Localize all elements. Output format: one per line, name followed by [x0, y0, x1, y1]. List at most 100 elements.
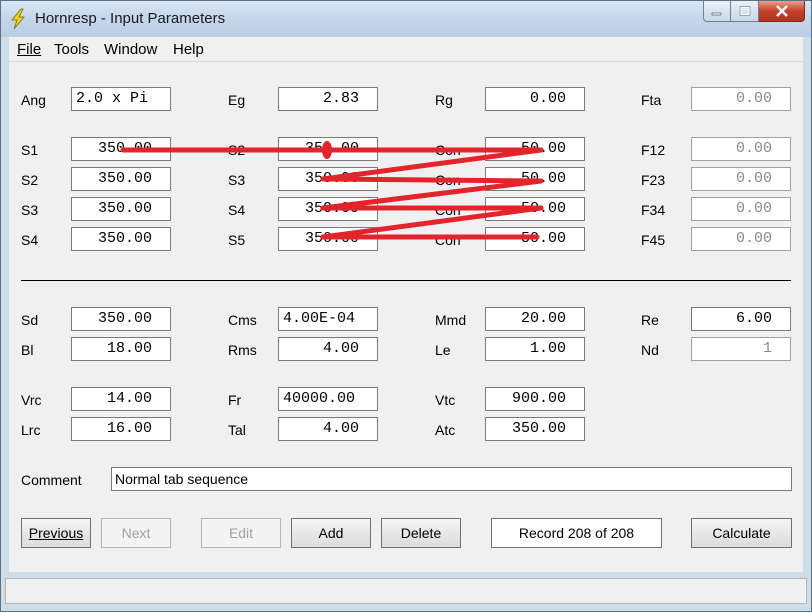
label-f45: F45	[641, 232, 666, 248]
label-s1: S1	[21, 142, 39, 158]
field-f45[interactable]: 0.00	[691, 227, 791, 251]
add-button[interactable]: Add	[291, 518, 371, 548]
label-ang: Ang	[21, 92, 46, 108]
lightning-bolt-icon	[11, 8, 25, 30]
next-button[interactable]: Next	[101, 518, 171, 548]
field-re[interactable]: 6.00	[691, 307, 791, 331]
field-le[interactable]: 1.00	[485, 337, 585, 361]
field-s1[interactable]: 350.00	[71, 137, 171, 161]
menu-window-label: Window	[104, 41, 158, 58]
label-f23: F23	[641, 172, 666, 188]
window-title: Hornresp - Input Parameters	[35, 10, 226, 27]
previous-button[interactable]: Previous	[21, 518, 91, 548]
field-s2b[interactable]: 350.00	[278, 137, 378, 161]
field-nd[interactable]: 1	[691, 337, 791, 361]
calculate-button[interactable]: Calculate	[691, 518, 792, 548]
field-f34[interactable]: 0.00	[691, 197, 791, 221]
label-cms: Cms	[228, 312, 257, 328]
field-sd[interactable]: 350.00	[71, 307, 171, 331]
status-bar	[5, 578, 807, 604]
label-s4a: S4	[21, 232, 39, 248]
label-atc: Atc	[435, 422, 456, 438]
field-s5[interactable]: 350.00	[278, 227, 378, 251]
label-s2a: S2	[21, 172, 39, 188]
title-bar: Hornresp - Input Parameters	[1, 1, 811, 37]
label-fta: Fta	[641, 92, 662, 108]
record-indicator: Record 208 of 208	[491, 518, 662, 548]
label-s2b: S2	[228, 142, 246, 158]
window-controls	[703, 1, 805, 23]
section-divider	[21, 280, 791, 281]
label-fr: Fr	[228, 392, 242, 408]
input-parameters-form: Ang 2.0 x Pi Eg 2.83 Rg 0.00 Fta 0.00 S1…	[9, 62, 803, 572]
label-con3: Con	[435, 202, 461, 218]
close-icon	[775, 5, 788, 17]
maximize-icon	[739, 6, 750, 16]
field-s2a[interactable]: 350.00	[71, 167, 171, 191]
minimize-button[interactable]	[703, 1, 731, 22]
label-s4b: S4	[228, 202, 246, 218]
minimize-icon	[711, 12, 722, 16]
label-s3b: S3	[228, 172, 246, 188]
label-rms: Rms	[228, 342, 257, 358]
next-button-label: Next	[121, 525, 151, 541]
label-sd: Sd	[21, 312, 39, 328]
field-s3a[interactable]: 350.00	[71, 197, 171, 221]
label-vtc: Vtc	[435, 392, 456, 408]
menu-bar: File Tools Window Help	[9, 37, 803, 62]
label-con1: Con	[435, 142, 461, 158]
field-s4a[interactable]: 350.00	[71, 227, 171, 251]
label-mmd: Mmd	[435, 312, 467, 328]
field-con3[interactable]: 50.00	[485, 197, 585, 221]
label-lrc: Lrc	[21, 422, 41, 438]
label-f12: F12	[641, 142, 666, 158]
menu-file-label: File	[17, 41, 42, 58]
label-f34: F34	[641, 202, 666, 218]
close-button[interactable]	[759, 1, 805, 22]
field-ang[interactable]: 2.0 x Pi	[71, 87, 171, 111]
field-atc[interactable]: 350.00	[485, 417, 585, 441]
field-lrc[interactable]: 16.00	[71, 417, 171, 441]
menu-file[interactable]: File	[17, 41, 41, 58]
field-vrc[interactable]: 14.00	[71, 387, 171, 411]
edit-button[interactable]: Edit	[201, 518, 281, 548]
field-f23[interactable]: 0.00	[691, 167, 791, 191]
field-tal[interactable]: 4.00	[278, 417, 378, 441]
add-button-label: Add	[318, 525, 344, 541]
field-fta[interactable]: 0.00	[691, 87, 791, 111]
delete-button-label: Delete	[400, 525, 442, 541]
comment-field[interactable]: Normal tab sequence	[111, 467, 792, 491]
label-re: Re	[641, 312, 659, 328]
delete-button[interactable]: Delete	[381, 518, 461, 548]
field-vtc[interactable]: 900.00	[485, 387, 585, 411]
label-nd: Nd	[641, 342, 659, 358]
app-window: Hornresp - Input Parameters File Tools W…	[0, 0, 812, 612]
label-s3a: S3	[21, 202, 39, 218]
edit-button-label: Edit	[228, 525, 254, 541]
field-cms[interactable]: 4.00E-04	[278, 307, 378, 331]
field-fr[interactable]: 40000.00	[278, 387, 378, 411]
field-eg[interactable]: 2.83	[278, 87, 378, 111]
field-s3b[interactable]: 350.00	[278, 167, 378, 191]
previous-button-label: Previous	[28, 525, 84, 541]
field-s4b[interactable]: 350.00	[278, 197, 378, 221]
menu-tools[interactable]: Tools	[54, 41, 89, 58]
field-con4[interactable]: 50.00	[485, 227, 585, 251]
label-eg: Eg	[228, 92, 246, 108]
field-con1[interactable]: 50.00	[485, 137, 585, 161]
calculate-button-label: Calculate	[712, 525, 771, 541]
label-con4: Con	[435, 232, 461, 248]
field-mmd[interactable]: 20.00	[485, 307, 585, 331]
menu-help[interactable]: Help	[173, 41, 204, 58]
maximize-button[interactable]	[731, 1, 759, 22]
field-rms[interactable]: 4.00	[278, 337, 378, 361]
menu-help-label: Help	[173, 41, 204, 58]
label-tal: Tal	[228, 422, 246, 438]
field-rg[interactable]: 0.00	[485, 87, 585, 111]
label-vrc: Vrc	[21, 392, 42, 408]
label-le: Le	[435, 342, 451, 358]
field-con2[interactable]: 50.00	[485, 167, 585, 191]
field-f12[interactable]: 0.00	[691, 137, 791, 161]
menu-window[interactable]: Window	[104, 41, 157, 58]
field-bl[interactable]: 18.00	[71, 337, 171, 361]
